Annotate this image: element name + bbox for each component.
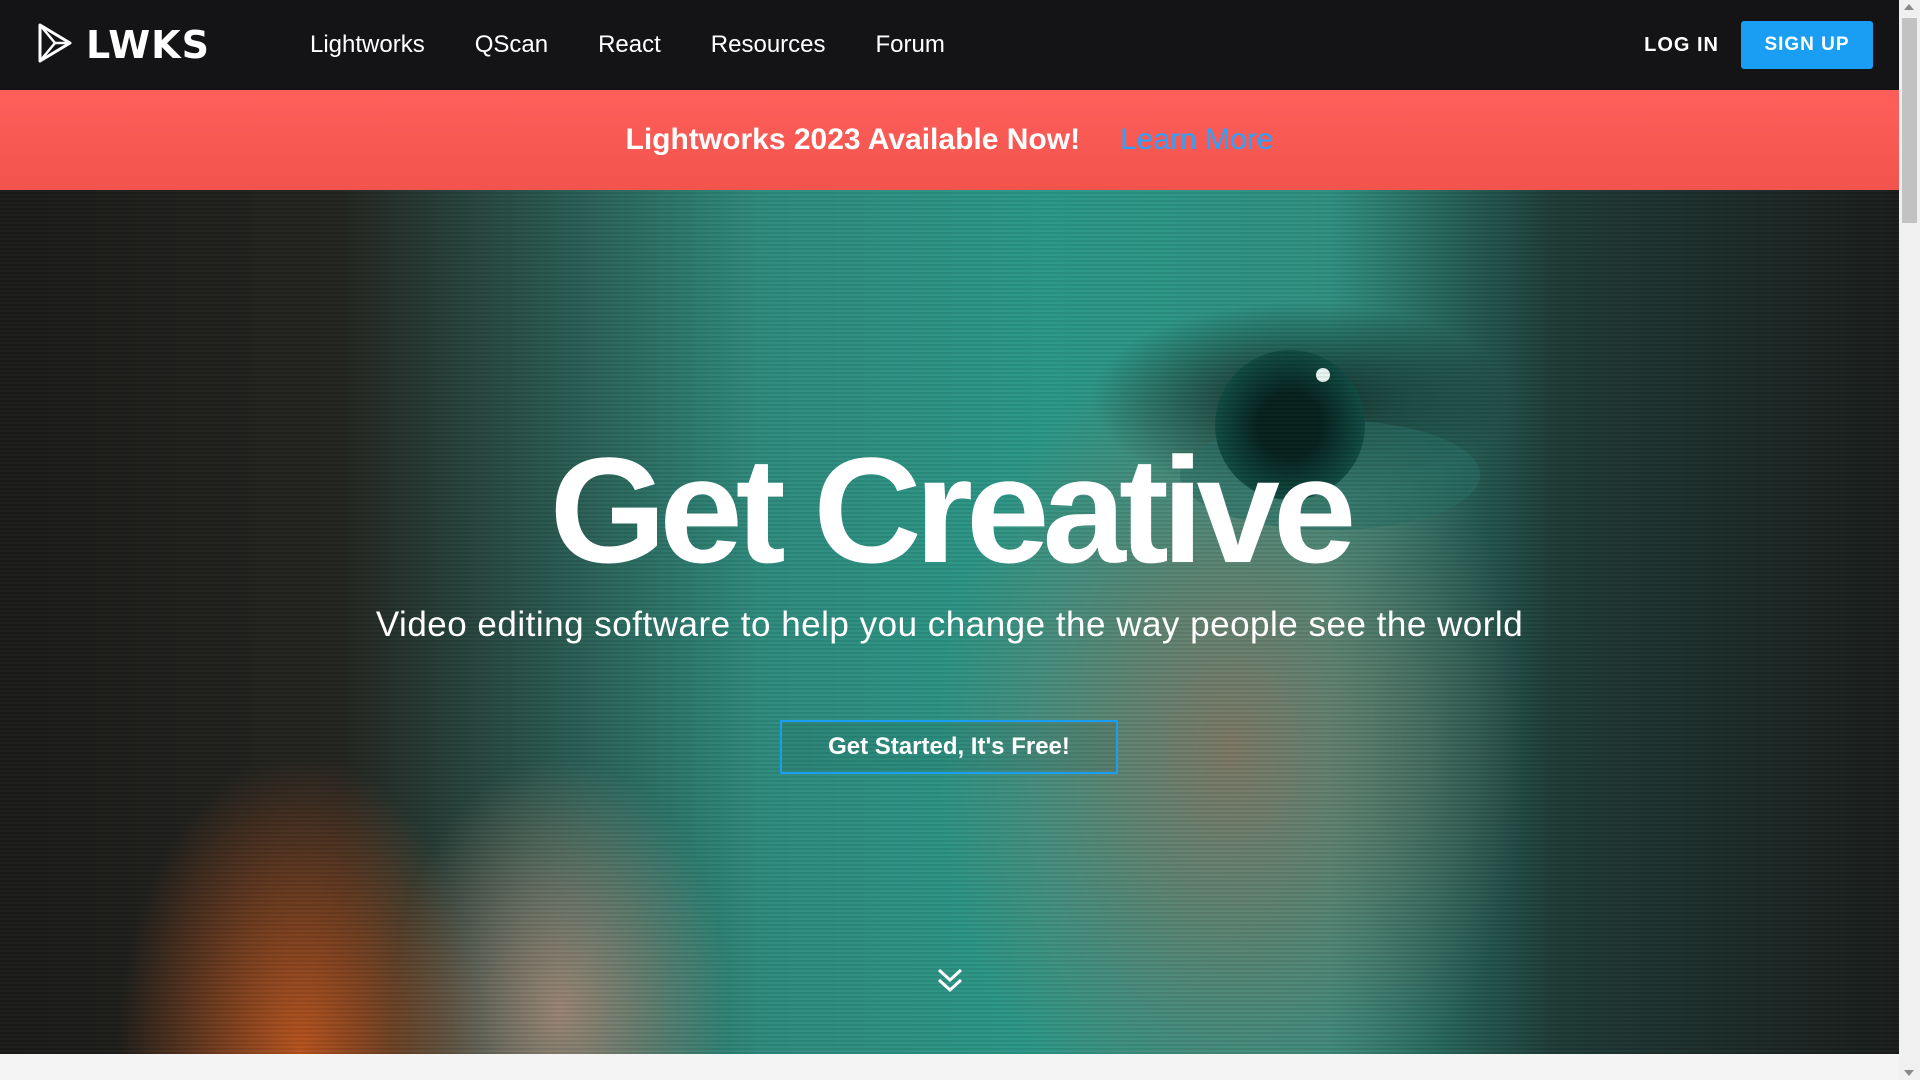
announcement-banner: Lightworks 2023 Available Now! Learn Mor… — [0, 90, 1899, 190]
nav-react[interactable]: React — [598, 31, 661, 59]
main-nav: Lightworks QScan React Resources Forum — [310, 31, 995, 59]
nav-resources[interactable]: Resources — [711, 31, 826, 59]
signup-button[interactable]: SIGN UP — [1741, 21, 1873, 69]
learn-more-link[interactable]: Learn More — [1120, 123, 1273, 157]
get-started-button[interactable]: Get Started, It's Free! — [780, 720, 1118, 774]
double-chevron-down-icon[interactable] — [936, 966, 964, 994]
logo-text: LWKS — [86, 23, 210, 67]
nav-lightworks[interactable]: Lightworks — [310, 31, 425, 59]
hero-title: Get Creative — [549, 426, 1357, 594]
logo[interactable]: LWKS — [36, 22, 210, 69]
scroll-up-icon[interactable] — [1904, 4, 1914, 10]
announcement-text: Lightworks 2023 Available Now! — [625, 123, 1081, 156]
login-link[interactable]: LOG IN — [1644, 34, 1719, 57]
page-scrollbar[interactable] — [1899, 0, 1920, 1080]
hero-content: Get Creative Video editing software to h… — [0, 190, 1899, 1054]
play-triangle-icon — [36, 22, 74, 69]
scroll-down-icon[interactable] — [1904, 1070, 1914, 1076]
hero-subtitle: Video editing software to help you chang… — [375, 605, 1524, 644]
hero-section: Get Creative Video editing software to h… — [0, 190, 1899, 1054]
nav-qscan[interactable]: QScan — [475, 31, 548, 59]
auth-actions: LOG IN SIGN UP — [1644, 21, 1873, 69]
nav-forum[interactable]: Forum — [876, 31, 945, 59]
scroll-thumb[interactable] — [1902, 18, 1917, 223]
top-navigation: LWKS Lightworks QScan React Resources Fo… — [0, 0, 1899, 90]
